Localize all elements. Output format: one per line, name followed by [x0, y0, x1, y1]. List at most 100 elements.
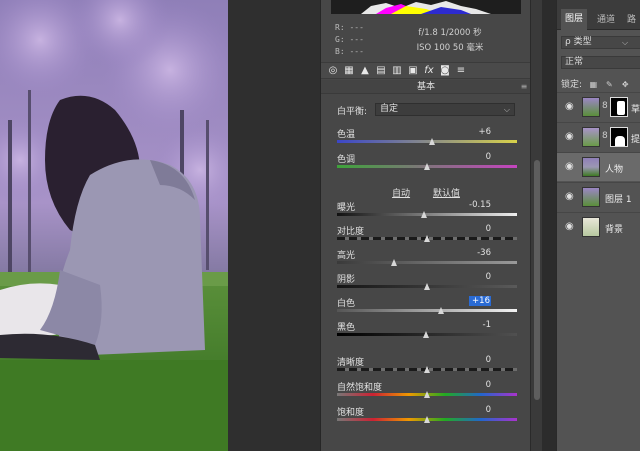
exposure-thumb[interactable]	[420, 211, 427, 218]
shadows-label: 阴影	[337, 275, 356, 285]
lens-icon[interactable]: ▣	[407, 65, 419, 77]
highlights-track[interactable]	[337, 261, 517, 264]
shadows-slider[interactable]: 阴影 0	[337, 272, 517, 294]
visibility-eye-icon[interactable]: ◉	[565, 222, 575, 232]
shadows-value[interactable]: 0	[469, 272, 491, 282]
contrast-value[interactable]: 0	[469, 224, 491, 234]
vibrance-slider[interactable]: 自然饱和度 0	[337, 380, 517, 402]
scrollbar-thumb[interactable]	[534, 160, 540, 400]
whites-thumb[interactable]	[437, 307, 444, 314]
temperature-label: 色温	[337, 130, 356, 140]
layer-thumbnail	[582, 187, 600, 207]
blacks-label: 黑色	[337, 323, 356, 333]
whites-label: 白色	[337, 299, 356, 309]
camera-raw-panel: R: --- G: --- B: --- f/1.8 1/2000 秒 ISO …	[320, 0, 531, 451]
layer-name[interactable]: 人物	[605, 162, 623, 175]
layers-tab-bar: 图层 通道 路	[557, 0, 640, 30]
tint-value[interactable]: 0	[469, 152, 491, 162]
contrast-thumb[interactable]	[423, 235, 430, 242]
whites-track[interactable]	[337, 309, 517, 312]
green-readout: G: ---	[335, 35, 364, 44]
lock-paint-icon[interactable]: ✎	[605, 80, 614, 89]
basic-icon[interactable]: ◎	[327, 65, 339, 77]
clarity-label: 清晰度	[337, 358, 365, 368]
temperature-value[interactable]: +6	[469, 127, 491, 137]
presets-icon[interactable]: ≡	[455, 65, 467, 77]
panel-scrollbar[interactable]	[530, 0, 542, 451]
layer-row[interactable]: ◉ 8 提	[557, 122, 640, 151]
layer-row[interactable]: ◉ 图层 1	[557, 182, 640, 211]
layer-thumbnail	[582, 217, 600, 237]
highlights-label: 高光	[337, 251, 356, 261]
visibility-eye-icon[interactable]: ◉	[565, 132, 575, 142]
temperature-track[interactable]	[337, 140, 517, 143]
adjustment-toolbar: ◎ ▦ ▲ ▤ ▥ ▣ fx ◙ ≡	[321, 62, 531, 79]
highlights-value[interactable]: -36	[469, 248, 491, 258]
white-balance-value: 自定	[380, 104, 399, 114]
link-icon[interactable]: 8	[602, 101, 608, 111]
exposure-slider[interactable]: 曝光 -0.15	[337, 200, 517, 222]
layer-name[interactable]: 提	[631, 132, 640, 145]
section-title: 基本	[416, 82, 435, 92]
lock-move-icon[interactable]: ✥	[621, 80, 630, 89]
exposure-track[interactable]	[337, 213, 517, 216]
clarity-value[interactable]: 0	[469, 355, 491, 365]
whites-value[interactable]: +16	[469, 296, 491, 306]
layer-row[interactable]: ◉ 8 草	[557, 92, 640, 121]
layer-mask-thumbnail[interactable]	[610, 97, 628, 117]
link-icon[interactable]: 8	[602, 131, 608, 141]
blue-readout: B: ---	[335, 47, 364, 56]
tint-slider[interactable]: 色调 0	[337, 152, 517, 174]
vibrance-value[interactable]: 0	[469, 380, 491, 390]
layer-thumbnail	[582, 127, 600, 147]
default-link[interactable]: 默认值	[433, 189, 460, 199]
hsl-icon[interactable]: ▤	[375, 65, 387, 77]
highlights-thumb[interactable]	[391, 259, 398, 266]
panel-menu-icon[interactable]: ≡	[520, 83, 528, 91]
tab-paths[interactable]: 路	[627, 12, 636, 25]
layer-name[interactable]: 图层 1	[605, 192, 632, 205]
layer-row[interactable]: ◉ 背景	[557, 212, 640, 241]
temperature-slider[interactable]: 色温 +6	[337, 127, 517, 149]
exposure-value[interactable]: -0.15	[469, 200, 491, 210]
contrast-slider[interactable]: 对比度 0	[337, 224, 517, 246]
layer-thumbnail	[582, 157, 600, 177]
visibility-eye-icon[interactable]: ◉	[565, 192, 575, 202]
detail-icon[interactable]: ▲	[359, 65, 371, 77]
split-toning-icon[interactable]: ▥	[391, 65, 403, 77]
rgb-readout: R: --- G: --- B: ---	[335, 22, 364, 58]
highlights-slider[interactable]: 高光 -36	[337, 248, 517, 270]
lock-transparent-icon[interactable]: ▦	[589, 80, 598, 89]
blend-mode-select[interactable]: 正常	[561, 56, 640, 69]
layer-row[interactable]: ◉ 人物	[557, 152, 640, 181]
contrast-label: 对比度	[337, 227, 365, 237]
tint-thumb[interactable]	[423, 163, 430, 170]
fx-icon[interactable]: fx	[423, 65, 435, 77]
layer-mask-thumbnail[interactable]	[610, 127, 628, 147]
tab-layers[interactable]: 图层	[561, 9, 588, 30]
photo-image	[0, 0, 228, 451]
photo-canvas[interactable]	[0, 0, 228, 451]
layer-name[interactable]: 草	[631, 102, 640, 115]
tab-channels[interactable]: 通道	[597, 12, 615, 25]
blacks-value[interactable]: -1	[469, 320, 491, 330]
saturation-value[interactable]: 0	[469, 405, 491, 415]
whites-slider[interactable]: 白色 +16	[337, 296, 517, 318]
tone-curve-icon[interactable]: ▦	[343, 65, 355, 77]
layer-filter-select[interactable]: ρ 类型 ⌵	[561, 36, 640, 49]
layer-name[interactable]: 背景	[605, 222, 623, 235]
saturation-slider[interactable]: 饱和度 0	[337, 405, 517, 427]
visibility-eye-icon[interactable]: ◉	[565, 162, 575, 172]
visibility-eye-icon[interactable]: ◉	[565, 102, 575, 112]
temperature-thumb[interactable]	[428, 138, 435, 145]
auto-link[interactable]: 自动	[392, 189, 410, 199]
blacks-thumb[interactable]	[422, 331, 429, 338]
clarity-thumb[interactable]	[423, 366, 430, 373]
clarity-slider[interactable]: 清晰度 0	[337, 355, 517, 377]
camera-calibration-icon[interactable]: ◙	[439, 65, 451, 77]
blacks-slider[interactable]: 黑色 -1	[337, 320, 517, 342]
saturation-thumb[interactable]	[423, 416, 430, 423]
vibrance-thumb[interactable]	[423, 391, 430, 398]
shadows-thumb[interactable]	[423, 283, 430, 290]
white-balance-select[interactable]: 自定 ⌵	[375, 103, 515, 116]
